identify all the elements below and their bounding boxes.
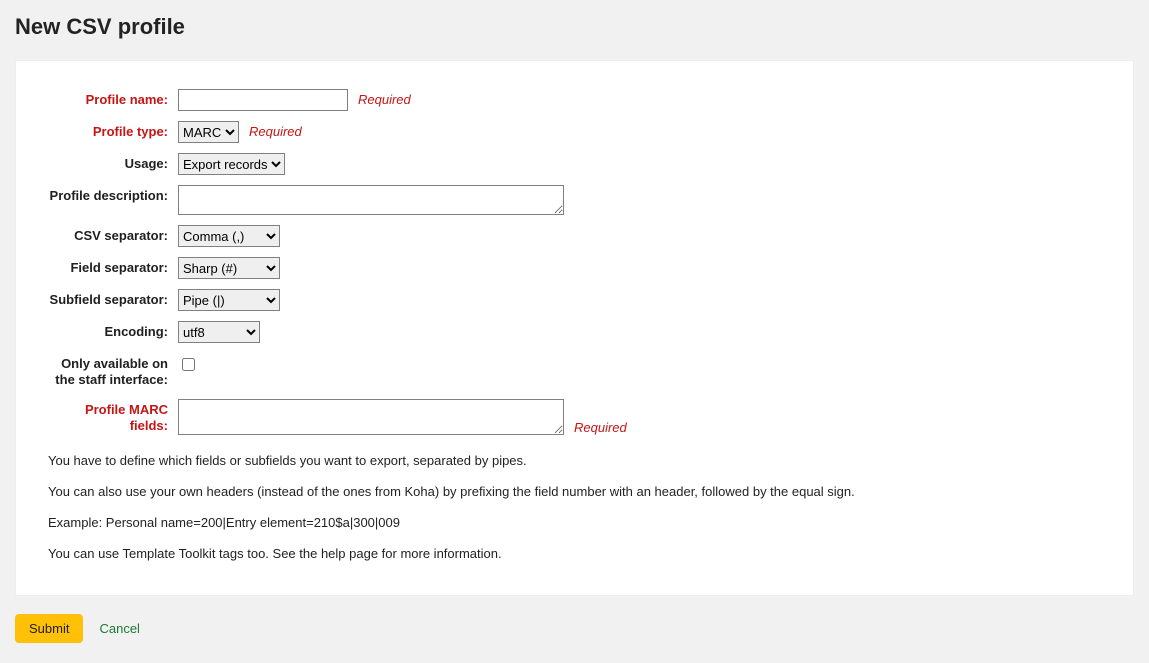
actions-bar: Submit Cancel (15, 614, 1134, 643)
marc-fields-textarea[interactable] (178, 399, 564, 435)
only-staff-checkbox[interactable] (182, 358, 195, 371)
required-note: Required (574, 417, 627, 435)
label-usage: Usage: (48, 153, 178, 172)
field-separator-select[interactable]: Sharp (#) (178, 257, 280, 279)
label-subfield-separator: Subfield separator: (48, 289, 178, 308)
label-profile-description: Profile description: (48, 185, 178, 204)
label-field-separator: Field separator: (48, 257, 178, 276)
profile-description-textarea[interactable] (178, 185, 564, 215)
page-title: New CSV profile (15, 14, 1134, 40)
label-marc-fields: Profile MARC fields: (48, 399, 178, 435)
submit-button[interactable]: Submit (15, 614, 83, 643)
help-line: You have to define which fields or subfi… (48, 453, 1101, 468)
row-encoding: Encoding: utf8 (48, 321, 1101, 343)
row-profile-name: Profile name: Required (48, 89, 1101, 111)
label-profile-type: Profile type: (48, 121, 178, 140)
csv-separator-select[interactable]: Comma (,) (178, 225, 280, 247)
row-profile-description: Profile description: (48, 185, 1101, 215)
row-usage: Usage: Export records (48, 153, 1101, 175)
row-only-staff: Only available on the staff interface: (48, 353, 1101, 389)
form-panel: Profile name: Required Profile type: MAR… (15, 60, 1134, 596)
row-field-separator: Field separator: Sharp (#) (48, 257, 1101, 279)
help-line: You can also use your own headers (inste… (48, 484, 1101, 499)
usage-select[interactable]: Export records (178, 153, 285, 175)
label-encoding: Encoding: (48, 321, 178, 340)
profile-type-select[interactable]: MARC (178, 121, 239, 143)
help-block: You have to define which fields or subfi… (48, 453, 1101, 561)
label-only-staff: Only available on the staff interface: (48, 353, 178, 389)
subfield-separator-select[interactable]: Pipe (|) (178, 289, 280, 311)
row-marc-fields: Profile MARC fields: Required (48, 399, 1101, 435)
encoding-select[interactable]: utf8 (178, 321, 260, 343)
help-line: You can use Template Toolkit tags too. S… (48, 546, 1101, 561)
required-note: Required (358, 89, 411, 107)
row-subfield-separator: Subfield separator: Pipe (|) (48, 289, 1101, 311)
label-csv-separator: CSV separator: (48, 225, 178, 244)
help-line: Example: Personal name=200|Entry element… (48, 515, 1101, 530)
row-csv-separator: CSV separator: Comma (,) (48, 225, 1101, 247)
cancel-link[interactable]: Cancel (99, 621, 139, 636)
profile-name-input[interactable] (178, 89, 348, 111)
label-profile-name: Profile name: (48, 89, 178, 108)
required-note: Required (249, 121, 302, 139)
row-profile-type: Profile type: MARC Required (48, 121, 1101, 143)
